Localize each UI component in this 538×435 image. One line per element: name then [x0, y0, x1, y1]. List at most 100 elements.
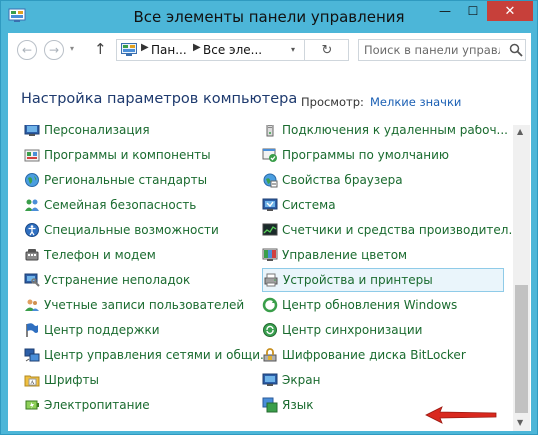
remote-connections-icon — [266, 125, 274, 137]
item-label[interactable]: Учетные записи пользователей — [44, 298, 244, 312]
fonts-folder-icon: A — [24, 375, 40, 387]
breadcrumb-separator-icon[interactable]: ▶ — [193, 42, 201, 53]
cp-item-family-safety[interactable]: Семейная безопасность — [24, 193, 264, 217]
action-center-flag-icon — [26, 323, 38, 337]
scroll-thumb[interactable] — [515, 285, 528, 413]
address-dropdown-chevron-icon[interactable]: ▾ — [291, 45, 295, 54]
item-label[interactable]: Система — [282, 198, 336, 212]
recent-locations-chevron-icon[interactable]: ▾ — [70, 44, 74, 53]
phone-modem-icon — [25, 249, 39, 261]
scroll-down-arrow-icon[interactable]: ▼ — [517, 418, 523, 427]
control-panel-address-icon — [121, 43, 137, 56]
cp-item-personalization[interactable]: Персонализация — [24, 125, 264, 142]
breadcrumb-control-panel[interactable]: Пан... — [151, 43, 187, 57]
control-panel-items-list: Персонализация Программы и компоненты Ре… — [8, 125, 513, 431]
item-label[interactable]: Шрифты — [44, 373, 99, 387]
view-by-dropdown[interactable]: Мелкие значки — [370, 95, 461, 109]
browser-properties-icon — [263, 173, 278, 188]
item-label[interactable]: Электропитание — [44, 398, 150, 412]
red-pointer-arrow — [425, 406, 497, 424]
minimize-button[interactable]: — — [431, 1, 459, 21]
troubleshooting-icon — [24, 273, 40, 287]
item-label[interactable]: Свойства браузера — [282, 173, 403, 187]
cp-item-system[interactable]: Система — [262, 193, 504, 217]
item-label[interactable]: Центр управления сетями и общи... — [44, 348, 271, 362]
address-bar[interactable]: ▶ Пан... ▶ Все эле... ▾ ↻ — [116, 39, 349, 61]
cp-item-phone-modem[interactable]: Телефон и модем — [24, 243, 264, 267]
search-icon[interactable] — [509, 43, 523, 57]
search-box[interactable] — [358, 39, 526, 61]
navigation-bar: ← → ▾ ↑ ▶ Пан... ▶ Все эле... ▾ ↻ — [8, 33, 531, 67]
item-label[interactable]: Язык — [282, 398, 313, 412]
item-label[interactable]: Программы по умолчанию — [282, 148, 449, 162]
item-label[interactable]: Семейная безопасность — [44, 198, 196, 212]
cp-item-sync-center[interactable]: Центр синхронизации — [262, 318, 504, 342]
windows-update-icon — [262, 297, 278, 313]
accessibility-icon — [25, 223, 39, 237]
cp-item-bitlocker[interactable]: Шифрование диска BitLocker — [262, 343, 504, 367]
item-label[interactable]: Программы и компоненты — [44, 148, 211, 162]
language-icon — [262, 397, 278, 413]
close-button[interactable]: ✕ — [487, 1, 533, 21]
page-title: Настройка параметров компьютера — [21, 91, 298, 107]
cp-item-performance[interactable]: Счетчики и средства производител... — [262, 218, 513, 242]
bitlocker-icon — [263, 348, 277, 362]
window-client-area: ← → ▾ ↑ ▶ Пан... ▶ Все эле... ▾ ↻ Поиск … — [8, 33, 531, 431]
cp-item-accessibility[interactable]: Специальные возможности — [24, 218, 264, 242]
item-label[interactable]: Счетчики и средства производител... — [282, 223, 513, 237]
breadcrumb-all-items[interactable]: Все эле... — [203, 43, 262, 57]
cp-item-network-center[interactable]: Центр управления сетями и общи... — [24, 343, 271, 367]
control-panel-window: Все элементы панели управления — ☐ ✕ ← →… — [0, 0, 538, 435]
breadcrumb-separator-icon[interactable]: ▶ — [141, 42, 149, 53]
item-label[interactable]: Подключения к удаленным рабоч... — [282, 125, 508, 137]
item-label[interactable]: Устройства и принтеры — [283, 273, 433, 287]
item-label[interactable]: Центр поддержки — [44, 323, 160, 337]
cp-item-user-accounts[interactable]: Учетные записи пользователей — [24, 293, 264, 317]
vertical-scrollbar[interactable]: ▲ ▼ — [513, 125, 530, 431]
network-center-icon — [24, 348, 40, 362]
cp-item-power-options[interactable]: Электропитание — [24, 393, 264, 417]
item-label[interactable]: Устранение неполадок — [44, 273, 190, 287]
cp-item-default-programs[interactable]: Программы по умолчанию — [262, 143, 504, 167]
family-safety-icon — [25, 199, 39, 211]
item-label[interactable]: Персонализация — [44, 125, 150, 137]
cp-item-remote-connections[interactable]: Подключения к удаленным рабоч... — [262, 125, 508, 142]
default-programs-icon — [262, 148, 277, 162]
item-label[interactable]: Центр обновления Windows — [282, 298, 457, 312]
cp-item-programs[interactable]: Программы и компоненты — [24, 143, 264, 167]
scroll-up-arrow-icon[interactable]: ▲ — [517, 127, 523, 136]
item-label[interactable]: Специальные возможности — [44, 223, 219, 237]
forward-button[interactable]: → — [44, 40, 64, 60]
view-by-label: Просмотр: — [301, 95, 364, 109]
back-button[interactable]: ← — [17, 40, 37, 60]
user-accounts-icon — [25, 299, 39, 311]
refresh-button[interactable]: ↻ — [304, 40, 349, 60]
search-input[interactable] — [359, 40, 505, 60]
cp-item-browser-properties[interactable]: Свойства браузера — [262, 168, 504, 192]
region-globe-icon — [25, 173, 39, 187]
maximize-button[interactable]: ☐ — [459, 1, 487, 21]
cp-item-display[interactable]: Экран — [262, 368, 504, 392]
cp-item-troubleshooting[interactable]: Устранение неполадок — [24, 268, 264, 292]
cp-item-windows-update[interactable]: Центр обновления Windows — [262, 293, 504, 317]
item-label[interactable]: Экран — [282, 373, 320, 387]
devices-printers-icon — [264, 273, 278, 287]
up-level-button[interactable]: ↑ — [94, 40, 107, 58]
color-management-icon — [262, 248, 278, 261]
sync-center-icon — [263, 323, 277, 337]
programs-icon — [24, 149, 40, 162]
personalization-icon — [24, 125, 40, 136]
item-label[interactable]: Региональные стандарты — [44, 173, 207, 187]
cp-item-color-management[interactable]: Управление цветом — [262, 243, 504, 267]
item-label[interactable]: Управление цветом — [282, 248, 407, 262]
title-bar[interactable]: Все элементы панели управления — ☐ ✕ — [1, 1, 537, 33]
cp-item-action-center[interactable]: Центр поддержки — [24, 318, 264, 342]
cp-item-devices-printers[interactable]: Устройства и принтеры — [262, 268, 504, 292]
item-label[interactable]: Центр синхронизации — [282, 323, 422, 337]
cp-item-region[interactable]: Региональные стандарты — [24, 168, 264, 192]
display-icon — [262, 373, 278, 386]
item-label[interactable]: Телефон и модем — [44, 248, 156, 262]
performance-icon — [262, 223, 278, 236]
item-label[interactable]: Шифрование диска BitLocker — [282, 348, 466, 362]
cp-item-fonts[interactable]: A Шрифты — [24, 368, 264, 392]
